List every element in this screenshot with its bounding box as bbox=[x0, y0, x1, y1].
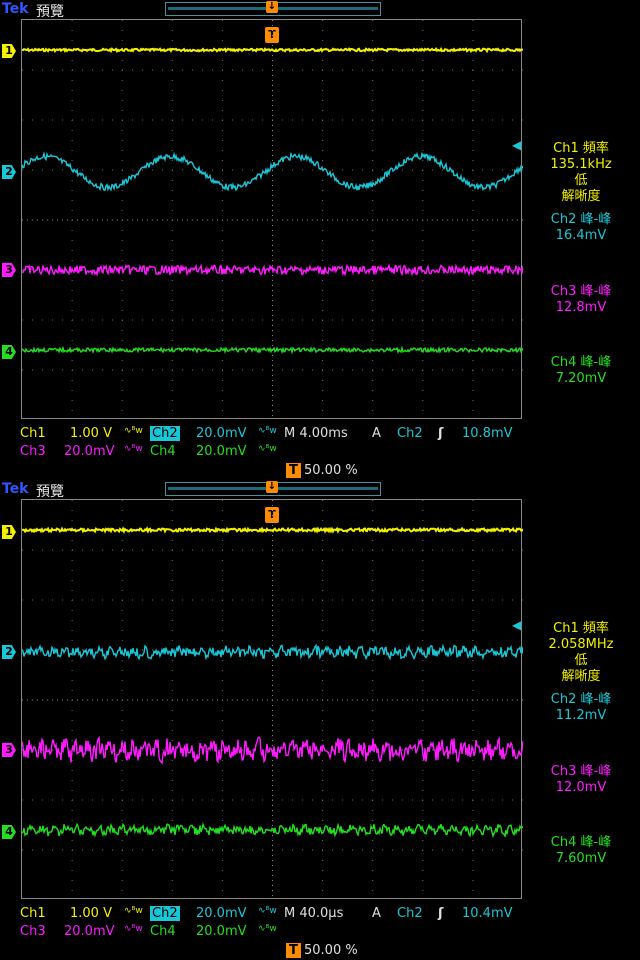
measurement-ch2-pkpk: Ch2 峰-峰 11.2mV bbox=[525, 692, 637, 724]
ch3-scale: 20.0mV bbox=[64, 444, 115, 459]
trace-ch2 bbox=[22, 643, 523, 661]
trigger-level: 10.8mV bbox=[462, 426, 513, 441]
ch3-label: Ch3 bbox=[20, 444, 46, 459]
measurement-ch2-pkpk: Ch2 峰-峰 16.4mV bbox=[525, 212, 637, 244]
ch1-label: Ch1 bbox=[20, 426, 46, 441]
meas-label: Ch4 峰-峰 bbox=[550, 355, 612, 370]
trigger-position: 50.00 % bbox=[304, 943, 358, 958]
meas-label: Ch1 頻率 bbox=[553, 621, 609, 636]
ch4-label: Ch4 bbox=[150, 924, 176, 939]
ch3-ground-marker[interactable]: 3 bbox=[2, 743, 16, 757]
meas-note: 低 bbox=[574, 653, 588, 668]
measurement-ch3-pkpk: Ch3 峰-峰 12.8mV bbox=[525, 284, 637, 316]
bandwidth-icon: ∿ᴮw bbox=[258, 924, 277, 934]
status-bar: Tek 預覽 ↓ bbox=[0, 0, 640, 20]
graticule bbox=[21, 19, 523, 420]
ch3-scale: 20.0mV bbox=[64, 924, 115, 939]
trace-ch1 bbox=[22, 46, 523, 54]
meas-note: 低 bbox=[574, 173, 588, 188]
meas-value: 11.2mV bbox=[555, 708, 607, 723]
trace-ch4 bbox=[22, 345, 523, 355]
measurement-ch3-pkpk: Ch3 峰-峰 12.0mV bbox=[525, 764, 637, 796]
measurement-ch1-freq: Ch1 頻率 135.1kHz 低 解晰度 bbox=[525, 141, 637, 205]
trigger-position-icon: T bbox=[286, 943, 301, 958]
ch2-label: Ch2 bbox=[150, 906, 180, 921]
meas-value: 7.60mV bbox=[555, 851, 607, 866]
meas-label: Ch3 峰-峰 bbox=[550, 764, 612, 779]
meas-note: 解晰度 bbox=[561, 189, 601, 204]
scope-screen-2: Tek 預覽 ↓ T 1 2 3 4 ◀ Ch1 頻率 2.058MHz 低 解… bbox=[0, 480, 640, 960]
trigger-position-icon: ↓ bbox=[266, 1, 278, 13]
ch4-scale: 20.0mV bbox=[196, 444, 247, 459]
ch2-ground-marker[interactable]: 2 bbox=[2, 165, 16, 179]
trigger-position-icon: ↓ bbox=[266, 481, 278, 493]
meas-value: 16.4mV bbox=[555, 228, 607, 243]
meas-value: 135.1kHz bbox=[550, 157, 612, 172]
meas-label: Ch3 峰-峰 bbox=[550, 284, 612, 299]
bandwidth-icon: ∿ᴮw bbox=[124, 444, 143, 454]
acquisition-state: A bbox=[372, 426, 381, 441]
waveform-display bbox=[22, 500, 523, 900]
trigger-source: Ch2 bbox=[397, 906, 423, 921]
ch1-ground-marker[interactable]: 1 bbox=[2, 525, 16, 539]
brand-logo: Tek bbox=[2, 481, 29, 497]
timebase: M 40.0µs bbox=[284, 906, 344, 921]
meas-label: Ch2 峰-峰 bbox=[550, 212, 612, 227]
trace-ch1 bbox=[22, 526, 523, 535]
bandwidth-icon: ∿ᴮw bbox=[124, 906, 143, 916]
trigger-source: Ch2 bbox=[397, 426, 423, 441]
ch2-label: Ch2 bbox=[150, 426, 180, 441]
ch2-scale: 20.0mV bbox=[196, 906, 247, 921]
ch1-label: Ch1 bbox=[20, 906, 46, 921]
trigger-position-icon: T bbox=[286, 463, 301, 478]
bandwidth-icon: ∿ᴮw bbox=[124, 426, 143, 436]
ch4-ground-marker[interactable]: 4 bbox=[2, 825, 16, 839]
bandwidth-icon: ∿ᴮw bbox=[258, 906, 277, 916]
measurement-ch4-pkpk: Ch4 峰-峰 7.20mV bbox=[525, 355, 637, 387]
measurement-ch4-pkpk: Ch4 峰-峰 7.60mV bbox=[525, 835, 637, 867]
ch3-ground-marker[interactable]: 3 bbox=[2, 263, 16, 277]
trace-ch3 bbox=[22, 263, 523, 277]
bandwidth-icon: ∿ᴮw bbox=[258, 444, 277, 454]
meas-value: 12.0mV bbox=[555, 780, 607, 795]
waveform-display bbox=[22, 20, 523, 420]
ch3-label: Ch3 bbox=[20, 924, 46, 939]
meas-value: 7.20mV bbox=[555, 371, 607, 386]
measurement-ch1-freq: Ch1 頻率 2.058MHz 低 解晰度 bbox=[525, 621, 637, 685]
bandwidth-icon: ∿ᴮw bbox=[258, 426, 277, 436]
ch4-scale: 20.0mV bbox=[196, 924, 247, 939]
meas-value: 2.058MHz bbox=[548, 637, 614, 652]
meas-note: 解晰度 bbox=[561, 669, 601, 684]
meas-label: Ch2 峰-峰 bbox=[550, 692, 612, 707]
ch4-label: Ch4 bbox=[150, 444, 176, 459]
ch2-ground-marker[interactable]: 2 bbox=[2, 645, 16, 659]
acquisition-state: A bbox=[372, 906, 381, 921]
scope-screen-1: Tek 預覽 ↓ T 1 2 3 4 ◀ Ch1 頻率 135.1kHz 低 解… bbox=[0, 0, 640, 480]
timebase: M 4.00ms bbox=[284, 426, 348, 441]
brand-logo: Tek bbox=[2, 1, 29, 17]
settings-readout: Ch1 1.00 V ∿ᴮw Ch2 20.0mV ∿ᴮw M 40.0µs A… bbox=[0, 904, 640, 960]
ch4-ground-marker[interactable]: 4 bbox=[2, 345, 16, 359]
status-bar: Tek 預覽 ↓ bbox=[0, 480, 640, 500]
ch2-scale: 20.0mV bbox=[196, 426, 247, 441]
trigger-slope-icon: ʃ bbox=[438, 426, 444, 441]
ch1-scale: 1.00 V bbox=[70, 906, 112, 921]
meas-value: 12.8mV bbox=[555, 300, 607, 315]
acquisition-mode: 預覽 bbox=[36, 484, 64, 500]
trigger-level: 10.4mV bbox=[462, 906, 513, 921]
settings-readout: Ch1 1.00 V ∿ᴮw Ch2 20.0mV ∿ᴮw M 4.00ms A… bbox=[0, 424, 640, 480]
meas-label: Ch4 峰-峰 bbox=[550, 835, 612, 850]
trace-ch2 bbox=[22, 151, 523, 192]
ch1-scale: 1.00 V bbox=[70, 426, 112, 441]
trigger-level-arrow-icon: ◀ bbox=[512, 618, 522, 632]
acquisition-mode: 預覽 bbox=[36, 4, 64, 20]
ch1-ground-marker[interactable]: 1 bbox=[2, 44, 16, 58]
graticule bbox=[21, 499, 523, 900]
meas-label: Ch1 頻率 bbox=[553, 141, 609, 156]
trigger-position: 50.00 % bbox=[304, 463, 358, 478]
bandwidth-icon: ∿ᴮw bbox=[124, 924, 143, 934]
trigger-slope-icon: ʃ bbox=[438, 906, 444, 921]
trigger-level-arrow-icon: ◀ bbox=[512, 138, 522, 152]
